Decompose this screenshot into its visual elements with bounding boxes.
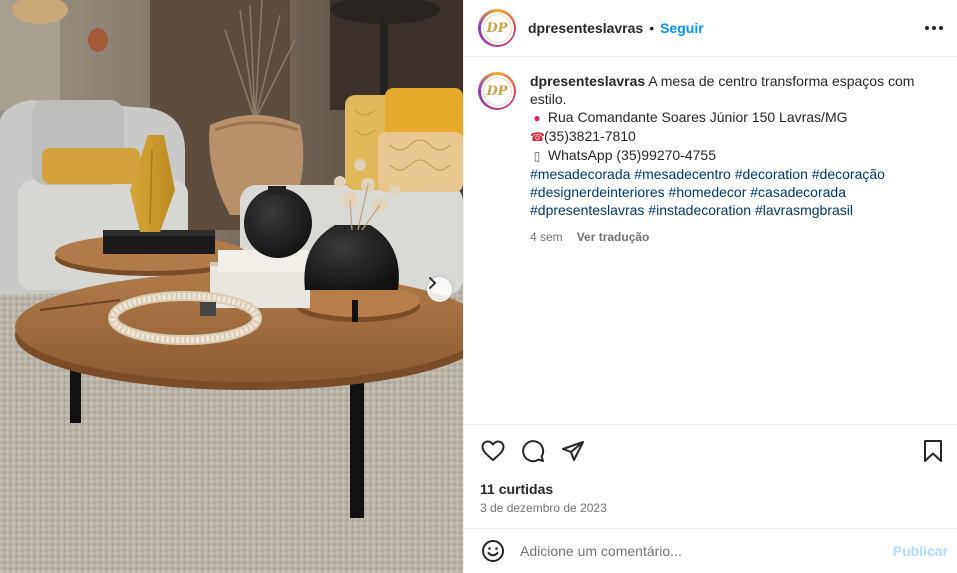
address-text: Rua Comandante Soares Júnior 150 Lavras/… xyxy=(547,109,848,125)
follow-button[interactable]: Seguir xyxy=(660,20,704,36)
hashtag-line-2: #designerdeinteriores #homedecor #casade… xyxy=(530,183,930,201)
speech-bubble-icon xyxy=(522,440,545,463)
chevron-right-icon xyxy=(429,277,437,289)
hashtag-link[interactable]: #decoration xyxy=(735,166,808,182)
more-options-icon[interactable] xyxy=(925,20,943,36)
publish-button[interactable]: Publicar xyxy=(893,543,948,559)
telephone-icon: ☎ xyxy=(530,130,545,144)
living-room-photo xyxy=(0,0,463,573)
divider xyxy=(464,424,957,425)
like-button[interactable] xyxy=(478,436,508,466)
paper-plane-icon xyxy=(562,441,584,461)
smiley-icon xyxy=(482,540,504,562)
see-translation-button[interactable]: Ver tradução xyxy=(577,228,650,246)
avatar[interactable]: DP xyxy=(478,9,516,47)
comment-input[interactable] xyxy=(520,543,893,559)
round-pushpin-icon: ● xyxy=(533,111,541,125)
caption-text-start: A mesa de centro transforma espaços com xyxy=(648,73,915,89)
action-bar xyxy=(478,436,948,466)
caption-avatar[interactable]: DP xyxy=(478,72,516,110)
caption-line-2: estilo. xyxy=(530,91,567,107)
caption-section: DP dpresenteslavras A mesa de centro tra… xyxy=(464,58,957,424)
avatar-logo: DP xyxy=(480,74,514,108)
hashtag-link[interactable]: #homedecor xyxy=(669,184,747,200)
hashtag-line-3: #dpresenteslavras #instadecoration #lavr… xyxy=(530,201,930,219)
emoji-picker-button[interactable] xyxy=(480,538,506,564)
hashtag-link[interactable]: #lavrasmgbrasil xyxy=(755,202,853,218)
caption-text: dpresenteslavras A mesa de centro transf… xyxy=(530,72,930,424)
separator-dot: • xyxy=(649,20,655,36)
hashtag-link[interactable]: #designerdeinteriores xyxy=(530,184,665,200)
hashtag-link[interactable]: #dpresenteslavras xyxy=(530,202,644,218)
hashtag-link[interactable]: #casadecorada xyxy=(750,184,846,200)
share-button[interactable] xyxy=(558,436,588,466)
whatsapp-text: WhatsApp (35)99270-4755 xyxy=(547,147,716,163)
whatsapp-line: ▯ WhatsApp (35)99270-4755 xyxy=(530,146,930,165)
header-username[interactable]: dpresenteslavras xyxy=(528,20,643,36)
instagram-post-modal: DP dpresenteslavras • Seguir DP dpresent… xyxy=(0,0,957,573)
caption-line-1: dpresenteslavras A mesa de centro transf… xyxy=(530,72,930,90)
hashtag-line-1: #mesadecorada #mesadecentro #decoration … xyxy=(530,165,930,183)
avatar-logo: DP xyxy=(480,11,514,45)
likes-count[interactable]: 11 curtidas xyxy=(480,481,553,497)
comment-button[interactable] xyxy=(518,436,548,466)
mobile-phone-icon: ▯ xyxy=(533,149,541,163)
bookmark-icon xyxy=(924,440,942,462)
address-line: ● Rua Comandante Soares Júnior 150 Lavra… xyxy=(530,108,930,127)
next-photo-button[interactable] xyxy=(427,277,452,302)
caption-username[interactable]: dpresenteslavras xyxy=(530,73,645,89)
phone-line: ☎(35)3821-7810 xyxy=(530,127,930,146)
post-photo[interactable] xyxy=(0,0,463,573)
post-sidebar: DP dpresenteslavras • Seguir DP dpresent… xyxy=(463,0,957,573)
hashtag-link[interactable]: #decoração xyxy=(812,166,885,182)
heart-icon xyxy=(481,440,505,461)
comment-bar: Publicar xyxy=(464,529,957,573)
post-date: 3 de dezembro de 2023 xyxy=(480,501,607,515)
save-button[interactable] xyxy=(918,436,948,466)
phone-text: (35)3821-7810 xyxy=(544,128,636,144)
hashtag-link[interactable]: #mesadecorada xyxy=(530,166,630,182)
time-ago[interactable]: 4 sem xyxy=(530,228,563,246)
post-header: DP dpresenteslavras • Seguir xyxy=(464,0,957,57)
hashtag-link[interactable]: #mesadecentro xyxy=(634,166,731,182)
caption-meta: 4 sem Ver tradução xyxy=(530,228,930,246)
hashtag-link[interactable]: #instadecoration xyxy=(648,202,751,218)
